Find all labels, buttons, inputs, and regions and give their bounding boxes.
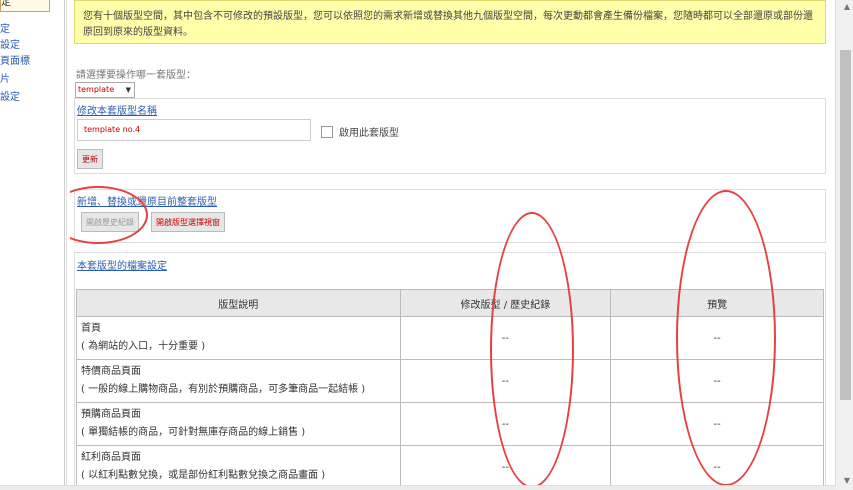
- nav-item-label: 定: [0, 24, 10, 35]
- row-title: 預購商品頁面: [81, 409, 141, 420]
- enable-template-label: 啟用此套版型: [339, 128, 399, 139]
- column-header-preview: 預覽: [610, 289, 824, 317]
- row-description: 紅利商品頁面 ( 以紅利點數兌換，或是部份紅利點數兌換之商品畫面 ): [76, 445, 401, 486]
- enable-template-checkbox[interactable]: [321, 126, 333, 138]
- replace-panel-title[interactable]: 新增、替換或還原目前整套版型: [77, 193, 217, 208]
- update-button[interactable]: 更新: [77, 149, 103, 169]
- template-select[interactable]: template no.4 ▼: [75, 82, 135, 108]
- nav-item-label: 頁面標: [0, 56, 30, 67]
- row-subtitle: ( 一般的線上購物商品，有別於預購商品，可多筆商品一起結帳 ): [81, 384, 366, 395]
- column-header-description: 版型說明: [76, 289, 401, 317]
- row-title: 紅利商品頁面: [81, 452, 141, 463]
- scrollbar-thumb[interactable]: [840, 50, 851, 400]
- notice-text: 您有十個版型空間，其中包含不可修改的預設版型，您可以依照您的需求新增或替換其他九…: [83, 11, 813, 38]
- column-header-edit-history: 修改版型 / 歷史紀錄: [399, 289, 612, 317]
- rename-panel-title[interactable]: 修改本套版型名稱: [77, 102, 157, 117]
- table-row: 特價商品頁面 ( 一般的線上購物商品，有別於預購商品，可多筆商品一起結帳 ) --…: [76, 359, 824, 403]
- row-description: 預購商品頁面 ( 單獨結帳的商品，可針對無庫存商品的線上銷售 ): [76, 402, 401, 446]
- row-edit-cell[interactable]: --: [399, 445, 612, 486]
- nav-divider: [66, 0, 67, 490]
- files-panel-title[interactable]: 本套版型的檔案設定: [77, 257, 167, 272]
- row-description: 特價商品頁面 ( 一般的線上購物商品，有別於預購商品，可多筆商品一起結帳 ): [76, 359, 401, 403]
- row-preview-cell[interactable]: --: [610, 316, 824, 360]
- template-files-table: 版型說明 修改版型 / 歷史紀錄 預覽 首頁 ( 為網站的入口，十分重要 ) --…: [76, 289, 824, 486]
- scroll-down-icon[interactable]: ▼: [844, 476, 850, 485]
- nav-item[interactable]: 頁面標: [0, 52, 30, 67]
- nav-item[interactable]: 片: [0, 70, 10, 85]
- table-row: 紅利商品頁面 ( 以紅利點數兌換，或是部份紅利點數兌換之商品畫面 ) -- --: [76, 445, 824, 486]
- scroll-up-icon[interactable]: ▲: [844, 2, 850, 11]
- nav-item-label: 設定: [0, 40, 20, 51]
- table-header-row: 版型說明 修改版型 / 歷史紀錄 預覽: [76, 289, 824, 317]
- template-name-input[interactable]: template no.4: [77, 119, 311, 141]
- row-edit-cell[interactable]: --: [399, 316, 612, 360]
- nav-item[interactable]: 設定: [0, 36, 20, 51]
- table-row: 預購商品頁面 ( 單獨結帳的商品，可針對無庫存商品的線上銷售 ) -- --: [76, 402, 824, 446]
- notice-box: 您有十個版型空間，其中包含不可修改的預設版型，您可以依照您的需求新增或替換其他九…: [74, 0, 826, 44]
- nav-item[interactable]: 設定: [0, 88, 20, 103]
- vertical-scrollbar[interactable]: ▲ ▼: [835, 0, 853, 490]
- nav-item-active[interactable]: 定: [0, 0, 50, 12]
- left-nav: 定 定 設定 頁面標 片 設定: [0, 0, 65, 490]
- main-content: 您有十個版型空間，其中包含不可修改的預設版型，您可以依照您的需求新增或替換其他九…: [70, 0, 832, 486]
- row-edit-cell[interactable]: --: [399, 359, 612, 403]
- row-title: 首頁: [81, 323, 101, 334]
- row-title: 特價商品頁面: [81, 366, 141, 377]
- nav-item-label: 設定: [0, 92, 20, 103]
- row-subtitle: ( 為網站的入口，十分重要 ): [81, 341, 206, 352]
- table-row: 首頁 ( 為網站的入口，十分重要 ) -- --: [76, 316, 824, 360]
- rename-panel: 修改本套版型名稱 template no.4 啟用此套版型 更新: [74, 98, 826, 174]
- row-description: 首頁 ( 為網站的入口，十分重要 ): [76, 316, 401, 360]
- template-gallery-button[interactable]: 開啟版型選擇視窗: [151, 212, 225, 232]
- horizontal-scrollbar[interactable]: [0, 485, 836, 490]
- chevron-down-icon: ▼: [125, 86, 131, 94]
- template-select-label: 請選擇要操作哪一套版型：: [76, 70, 196, 81]
- row-subtitle: ( 以紅利點數兌換，或是部份紅利點數兌換之商品畫面 ): [81, 470, 326, 481]
- replace-panel: 新增、替換或還原目前整套版型 開啟歷史紀錄 開啟版型選擇視窗: [74, 189, 826, 243]
- row-subtitle: ( 單獨結帳的商品，可針對無庫存商品的線上銷售 ): [81, 427, 306, 438]
- history-button[interactable]: 開啟歷史紀錄: [81, 212, 139, 232]
- row-preview-cell[interactable]: --: [610, 402, 824, 446]
- nav-item[interactable]: 定: [0, 20, 10, 35]
- nav-item-label: 定: [1, 0, 11, 8]
- row-preview-cell[interactable]: --: [610, 445, 824, 486]
- row-preview-cell[interactable]: --: [610, 359, 824, 403]
- row-edit-cell[interactable]: --: [399, 402, 612, 446]
- nav-item-label: 片: [0, 74, 10, 85]
